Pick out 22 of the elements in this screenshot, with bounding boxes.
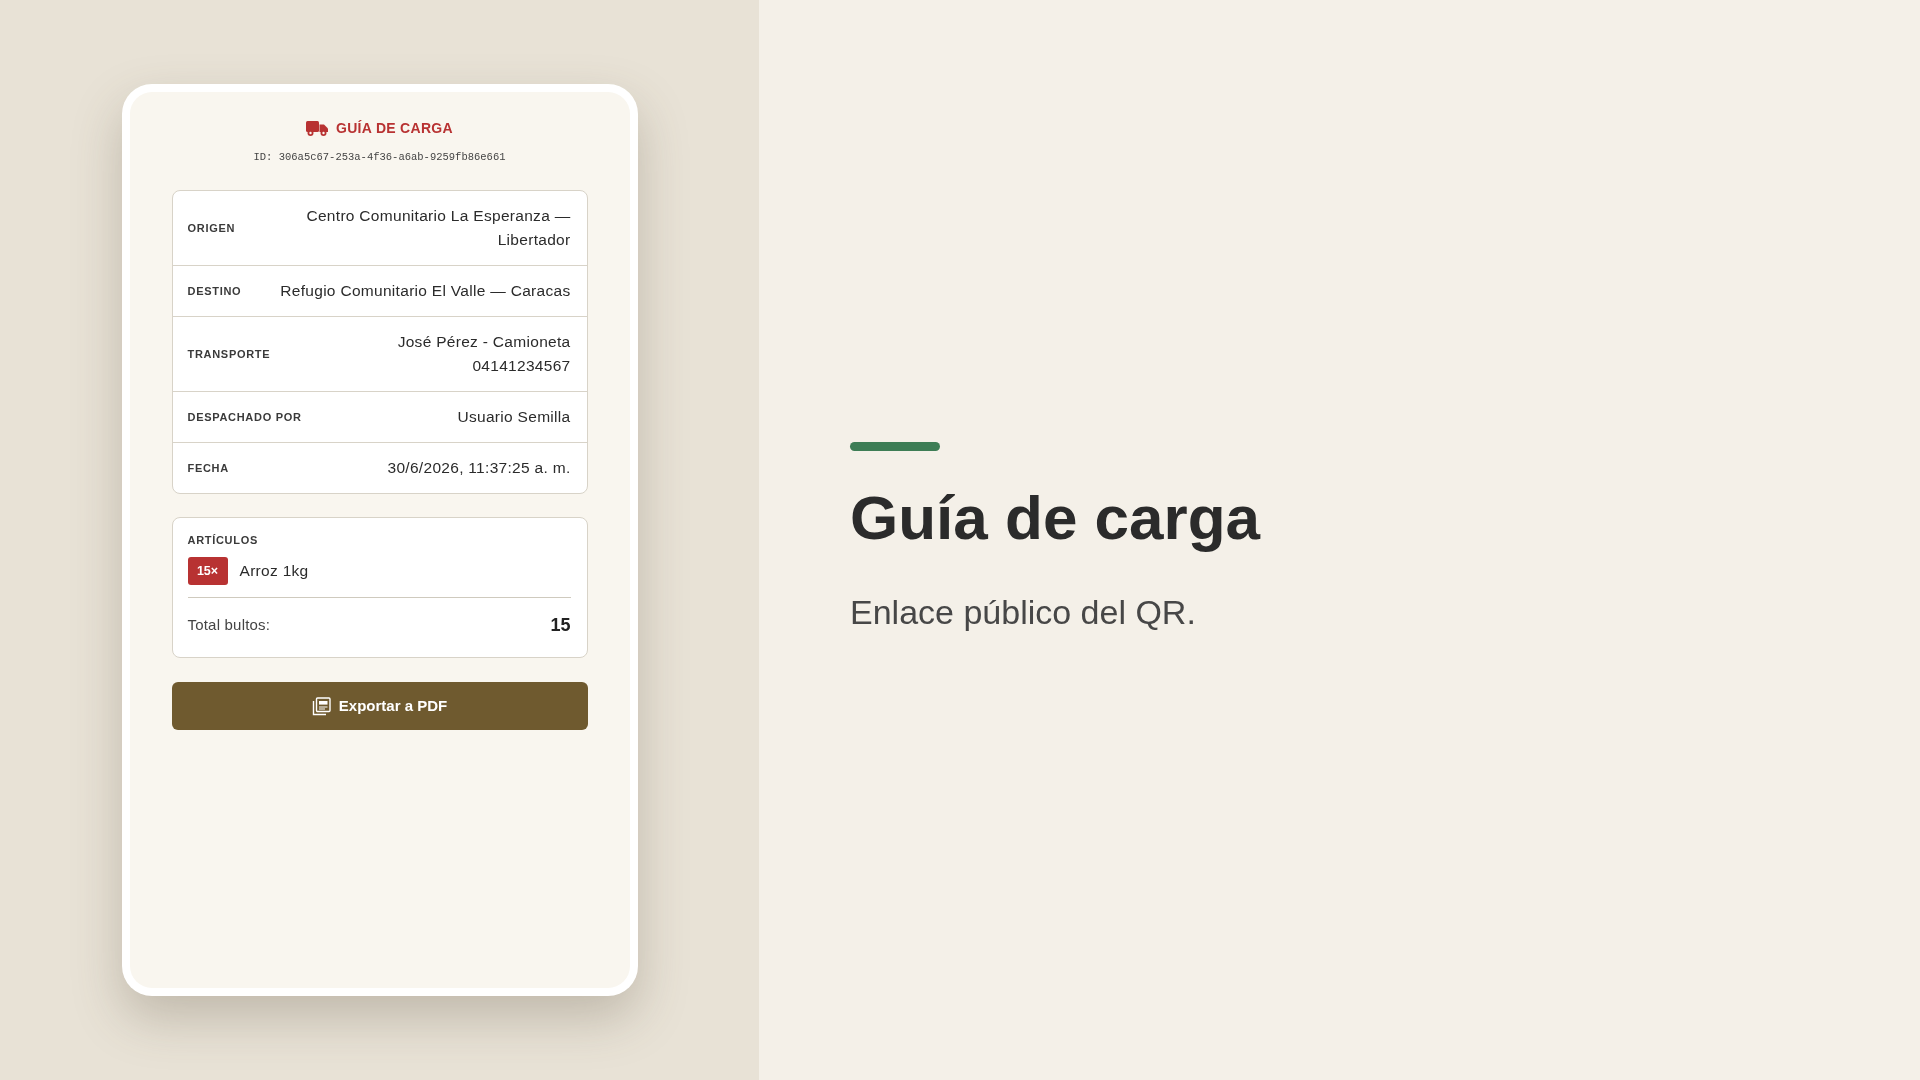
page-title: Guía de carga	[850, 481, 1261, 554]
section-heading: ARTÍCULOS	[187, 533, 259, 547]
field-label: TRANSPORTE	[187, 346, 271, 362]
page-subtitle: Enlace público del QR.	[850, 592, 1197, 634]
field-label: ORIGEN	[187, 220, 236, 236]
export-pdf-button[interactable]: Exportar a PDF	[171, 682, 588, 730]
item-name: Arroz 1kg	[239, 561, 309, 582]
total-value: 15	[550, 614, 571, 637]
field-value: Centro Comunitario La Esperanza — Libertador	[305, 206, 571, 250]
field-label: FECHA	[187, 460, 229, 476]
field-value: Usuario Semilla	[457, 407, 571, 427]
field-label: DESTINO	[187, 283, 242, 299]
field-label: DESPACHADO POR	[187, 409, 302, 425]
document-title: GUÍA DE CARGA	[336, 119, 453, 138]
total-label: Total bultos:	[187, 615, 271, 636]
quantity-badge: 15×	[187, 557, 228, 585]
field-value: Refugio Comunitario El Valle — Caracas	[280, 281, 571, 301]
documents-icon	[311, 696, 331, 716]
field-value: 30/6/2026, 11:37:25 a. m.	[387, 458, 571, 478]
document-id: ID: 306a5c67-253a-4f36-a6ab-9259fb86e661	[252, 150, 507, 165]
truck-icon	[306, 120, 328, 136]
field-value: José Pérez - Camioneta 04141234567	[396, 332, 571, 376]
